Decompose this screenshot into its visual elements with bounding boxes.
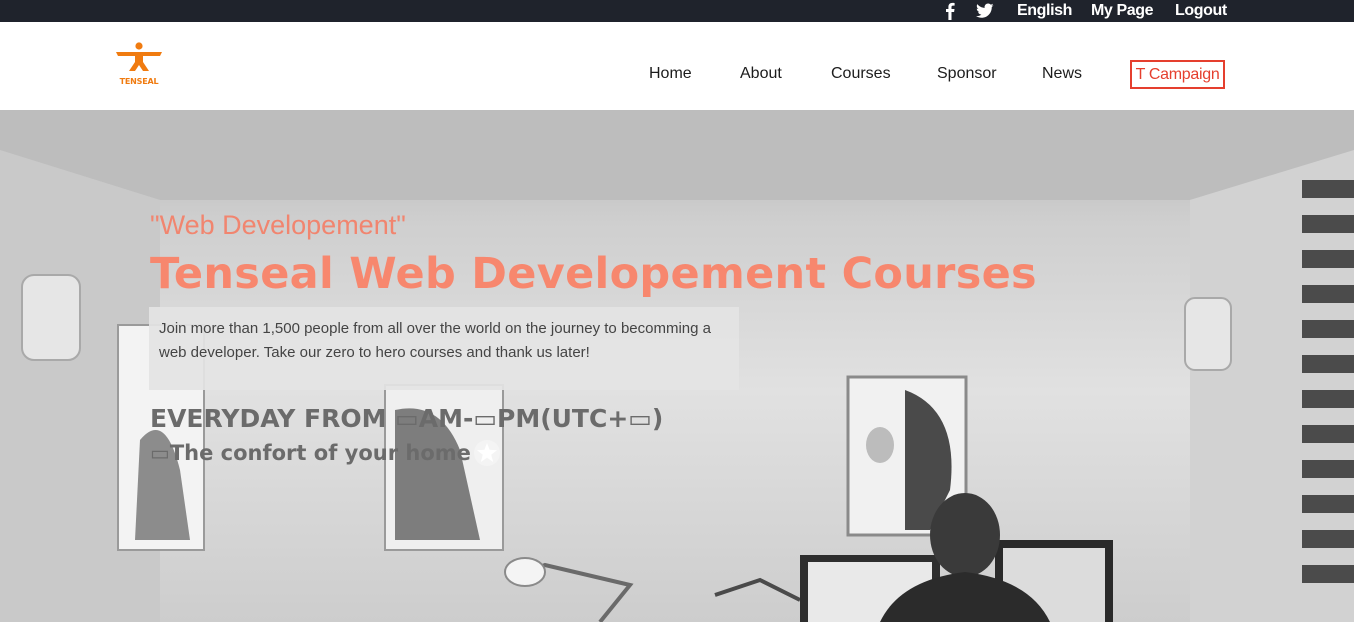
hero-comfort-text: ▭The confort of your home [150,441,471,465]
hero-section: "Web Developement" Tenseal Web Developem… [0,110,1354,622]
site-logo[interactable]: TENSEAL [113,42,165,90]
language-link[interactable]: English [1017,0,1072,22]
nav-home[interactable]: Home [649,63,692,85]
nav-t-campaign-button[interactable]: T Campaign [1130,60,1225,89]
nav-sponsor[interactable]: Sponsor [937,63,997,85]
hero-title: Tenseal Web Developement Courses [150,249,1037,299]
facebook-icon[interactable] [941,2,959,20]
site-header: TENSEAL Home About Courses Sponsor News … [0,22,1354,110]
top-bar: English My Page Logout [0,0,1354,22]
my-page-link[interactable]: My Page [1091,0,1154,22]
hero-schedule: EVERYDAY FROM ▭AM-▭PM(UTC+▭) [150,404,664,433]
nav-about[interactable]: About [740,63,782,85]
twitter-icon[interactable] [976,2,994,20]
logo-text: TENSEAL [119,77,159,86]
hero-subtitle: "Web Developement" [150,210,406,240]
logout-link[interactable]: Logout [1175,0,1227,22]
star-icon [474,440,500,466]
nav-news[interactable]: News [1042,63,1082,85]
logo-mark-icon [116,42,162,71]
nav-courses[interactable]: Courses [831,63,891,85]
hero-description: Join more than 1,500 people from all ove… [149,307,739,390]
